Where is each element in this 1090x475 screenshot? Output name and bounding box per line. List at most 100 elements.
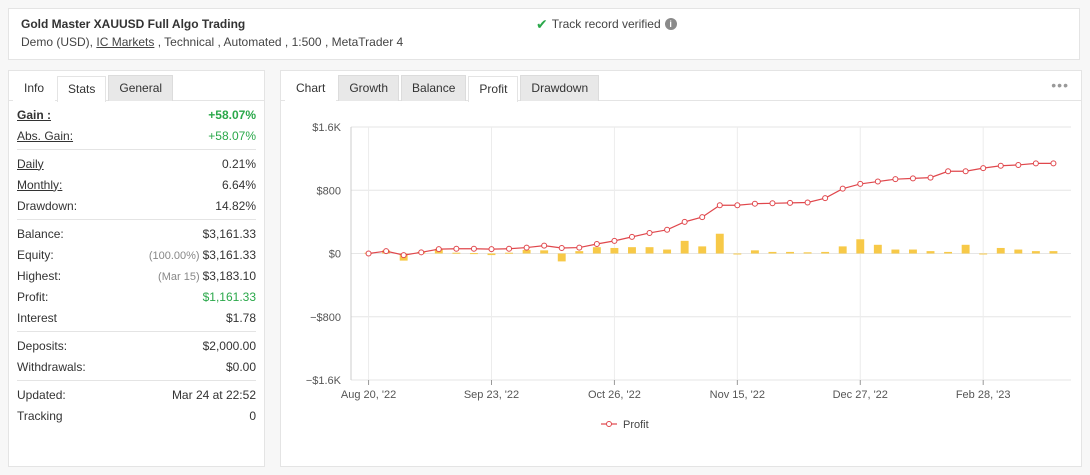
highest-note: (Mar 15) xyxy=(158,270,200,283)
profit-point xyxy=(593,241,600,248)
profit-bar xyxy=(715,233,724,254)
checkmark-icon: ✔ xyxy=(536,16,548,32)
profit-point xyxy=(646,229,653,236)
tab-chart[interactable]: Chart xyxy=(285,75,337,101)
profit-bar xyxy=(557,253,566,262)
tracking-value: 0 xyxy=(249,408,256,423)
interest-value: $1.78 xyxy=(225,310,256,325)
stat-daily: Daily 0.21% xyxy=(17,153,256,174)
tab-profit[interactable]: Profit xyxy=(468,76,519,102)
stat-withdrawals: Withdrawals: $0.00 xyxy=(17,356,256,377)
abs-gain-label[interactable]: Abs. Gain: xyxy=(17,129,73,143)
profit-bar xyxy=(663,249,672,254)
tab-info[interactable]: Info xyxy=(13,75,56,101)
tab-general[interactable]: General xyxy=(108,75,174,101)
stats-tabs: Info Stats General xyxy=(9,71,264,102)
updated-value: Mar 24 at 22:52 xyxy=(171,387,256,402)
tab-balance[interactable]: Balance xyxy=(401,75,467,101)
deposits-value: $2,000.00 xyxy=(202,338,256,353)
withdrawals-value: $0.00 xyxy=(225,359,256,374)
stat-drawdown: Drawdown: 14.82% xyxy=(17,195,256,216)
profit-bar xyxy=(961,244,970,254)
profit-point xyxy=(997,162,1004,169)
profit-bar xyxy=(628,247,636,254)
profit-point xyxy=(383,248,390,255)
profit-bar xyxy=(733,253,742,255)
y-tick-label: $0 xyxy=(329,249,341,261)
profit-point xyxy=(909,175,916,182)
tab-stats[interactable]: Stats xyxy=(57,76,107,102)
profit-chart: $1.6K $800 $0 −$800 −$1.6K Aug 20, '22 Sep 23,… xyxy=(306,122,1071,431)
broker-link[interactable]: IC Markets xyxy=(96,35,154,49)
profit-point xyxy=(628,233,635,240)
balance-value: $3,161.33 xyxy=(202,226,256,241)
profit-bar xyxy=(505,252,513,254)
stat-updated: Updated: Mar 24 at 22:52 xyxy=(17,384,256,405)
profit-point xyxy=(1032,160,1039,167)
profit-point xyxy=(892,176,899,183)
profit-point xyxy=(699,214,706,221)
drawdown-label: Drawdown: xyxy=(17,198,78,213)
profit-point xyxy=(435,246,442,253)
stat-equity: Equity: (100.00%) $3,161.33 xyxy=(17,244,256,265)
profit-point xyxy=(453,245,460,252)
abs-gain-value: +58.07% xyxy=(208,128,256,143)
profit-point xyxy=(980,165,987,172)
profit-point xyxy=(400,252,407,259)
system-header: Gold Master XAUUSD Full Algo Trading Dem… xyxy=(8,8,1080,60)
profit-point xyxy=(839,185,846,192)
profit-bar xyxy=(786,251,794,254)
profit-point xyxy=(769,200,776,207)
profit-bar xyxy=(1049,251,1058,254)
tracking-label: Tracking xyxy=(17,408,63,423)
profit-bar xyxy=(996,247,1005,254)
tab-drawdown[interactable]: Drawdown xyxy=(520,75,600,101)
system-title: Gold Master XAUUSD Full Algo Trading xyxy=(21,17,246,31)
monthly-value: 6.64% xyxy=(221,177,256,192)
profit-bar xyxy=(452,252,461,254)
x-tick-label: Feb 28, '23 xyxy=(956,389,1011,401)
y-tick-label: −$800 xyxy=(310,312,341,324)
profit-point xyxy=(1050,160,1057,167)
highest-label: Highest: xyxy=(17,268,62,283)
balance-label: Balance: xyxy=(17,226,64,241)
profit-point xyxy=(541,242,548,249)
profit-bar xyxy=(487,253,496,256)
profit-value: $1,161.33 xyxy=(202,289,256,304)
equity-label: Equity: xyxy=(17,247,54,262)
withdrawals-label: Withdrawals: xyxy=(17,359,86,374)
profit-point xyxy=(804,199,811,206)
profit-bar xyxy=(1031,251,1040,254)
deposits-label: Deposits: xyxy=(17,338,68,353)
profit-point xyxy=(488,246,495,253)
gain-label[interactable]: Gain : xyxy=(17,108,51,122)
profit-point xyxy=(822,195,829,202)
profit-point xyxy=(857,180,864,187)
x-tick-label: Dec 27, '22 xyxy=(833,389,888,401)
profit-point xyxy=(716,202,723,209)
tab-growth[interactable]: Growth xyxy=(338,75,400,101)
stat-highest: Highest: (Mar 15) $3,183.10 xyxy=(17,265,256,286)
highest-value: $3,183.10 xyxy=(202,268,256,283)
stat-balance: Balance: $3,161.33 xyxy=(17,223,256,244)
equity-value-wrap: (100.00%) $3,161.33 xyxy=(149,248,256,262)
account-type: Demo (USD), xyxy=(21,35,94,49)
daily-value: 0.21% xyxy=(221,156,256,171)
profit-bar xyxy=(698,246,707,254)
system-details: Demo (USD), IC Markets , Technical , Aut… xyxy=(21,35,403,49)
profit-bar xyxy=(592,247,601,254)
info-icon[interactable]: i xyxy=(664,18,677,30)
profit-bar xyxy=(803,252,812,254)
more-options-icon[interactable]: ••• xyxy=(1051,77,1069,93)
monthly-label[interactable]: Monthly: xyxy=(17,178,62,192)
stat-gain: Gain : +58.07% xyxy=(17,104,256,125)
verified-label: Track record verified xyxy=(551,17,661,31)
blank-area-right xyxy=(1002,12,1074,56)
daily-label[interactable]: Daily xyxy=(17,157,44,171)
stat-tracking: Tracking 0 xyxy=(17,405,256,426)
track-record-verified: ✔ Track record verified i xyxy=(536,17,677,31)
profit-line xyxy=(368,162,1054,256)
profit-point xyxy=(787,199,794,206)
chart-tabs: Chart Growth Balance Profit Drawdown xyxy=(281,71,1081,102)
profit-bar xyxy=(856,239,865,254)
